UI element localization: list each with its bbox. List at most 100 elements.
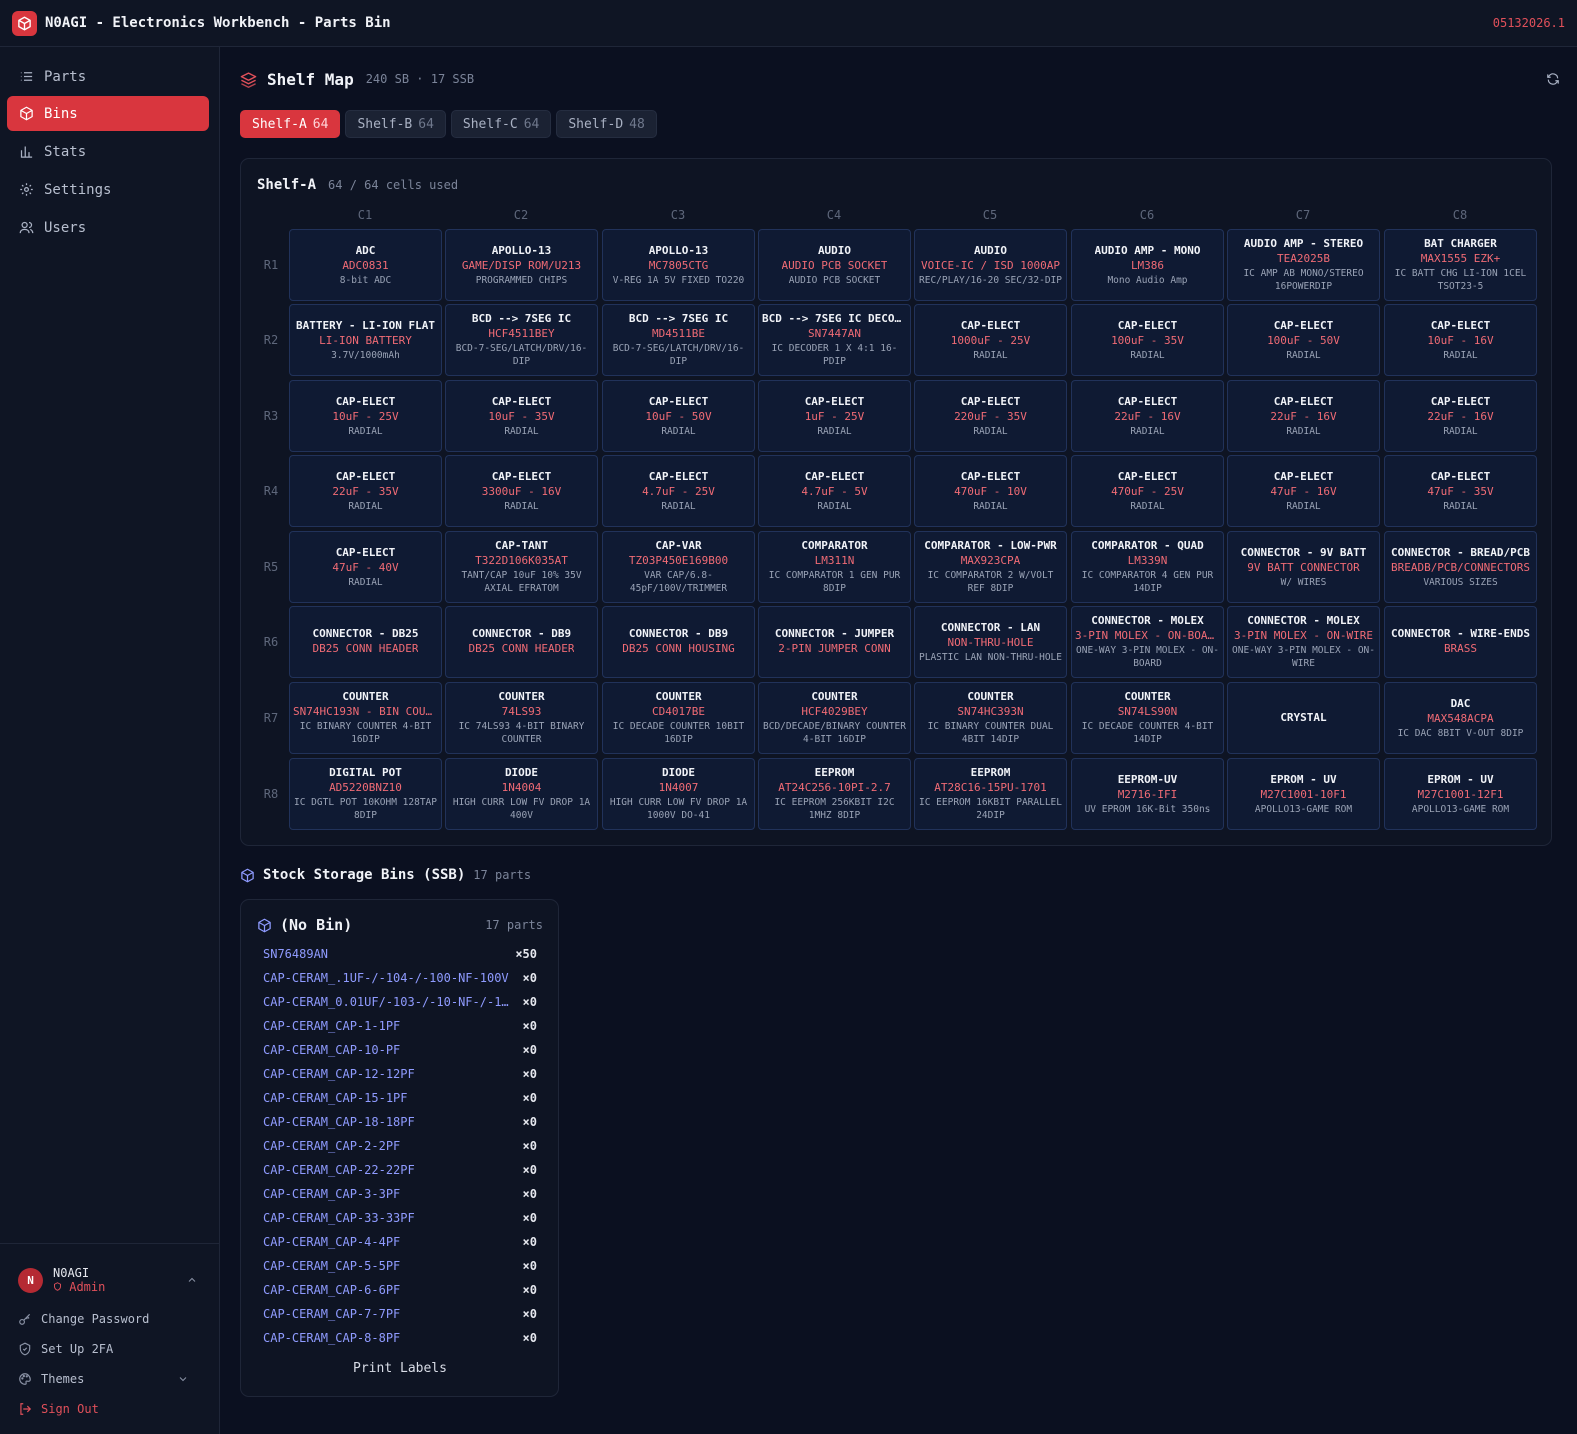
setup-2fa-link[interactable]: Set Up 2FA (18, 1338, 198, 1360)
bin-part-link[interactable]: CAP-CERAM_CAP-4-4PF (263, 1235, 400, 1249)
shelf-cell[interactable]: CAP-ELECT 100uF - 50V RADIAL (1227, 304, 1380, 376)
themes-menu[interactable]: Themes (18, 1368, 198, 1390)
shelf-cell[interactable]: COUNTER SN74HC393N IC BINARY COUNTER DUAL … (914, 682, 1067, 754)
shelf-cell[interactable]: COUNTER CD4017BE IC DECADE COUNTER 10BIT 1… (602, 682, 755, 754)
shelf-cell[interactable]: CAP-ELECT 220uF - 35V RADIAL (914, 380, 1067, 452)
shelf-cell[interactable]: ADC ADC0831 8-bit ADC (289, 229, 442, 301)
shelf-cell[interactable]: CAP-ELECT 10uF - 50V RADIAL (602, 380, 755, 452)
sidebar-item-parts[interactable]: Parts (7, 59, 209, 94)
bin-part-link[interactable]: CAP-CERAM_CAP-33-33PF (263, 1211, 415, 1225)
shelf-cell[interactable]: CAP-ELECT 1000uF - 25V RADIAL (914, 304, 1067, 376)
refresh-icon[interactable] (1546, 72, 1560, 86)
sidebar-item-stats[interactable]: Stats (7, 134, 209, 169)
sign-out-link[interactable]: Sign Out (18, 1398, 198, 1420)
bin-part-link[interactable]: CAP-CERAM_CAP-22-22PF (263, 1163, 415, 1177)
shelf-cell[interactable]: COMPARATOR - LOW-PWR MAX923CPA IC COMPARAT… (914, 531, 1067, 603)
shelf-cell[interactable]: COUNTER SN74HC193N - BIN COUNTER IC BINARY… (289, 682, 442, 754)
list-item[interactable]: CAP-CERAM_.1UF-/-104-/-100-NF-100V ×0 (263, 966, 537, 990)
sidebar-item-settings[interactable]: Settings (7, 172, 209, 207)
bin-part-link[interactable]: SN76489AN (263, 947, 328, 961)
bin-part-link[interactable]: CAP-CERAM_CAP-7-7PF (263, 1307, 400, 1321)
shelf-cell[interactable]: CONNECTOR - DB25 DB25 CONN HEADER (289, 606, 442, 678)
shelf-cell[interactable]: CONNECTOR - 9V BATT 9V BATT CONNECTOR W/ W… (1227, 531, 1380, 603)
list-item[interactable]: SN76489AN ×50 (263, 942, 537, 966)
shelf-cell[interactable]: CAP-ELECT 4.7uF - 25V RADIAL (602, 455, 755, 527)
shelf-cell[interactable]: CONNECTOR - BREAD/PCB BREADB/PCB/CONNECTO… (1384, 531, 1537, 603)
shelf-cell[interactable]: CAP-ELECT 3300uF - 16V RADIAL (445, 455, 598, 527)
shelf-cell[interactable]: CAP-ELECT 10uF - 16V RADIAL (1384, 304, 1537, 376)
shelf-cell[interactable]: AUDIO VOICE-IC / ISD 1000AP REC/PLAY/16-20… (914, 229, 1067, 301)
list-item[interactable]: CAP-CERAM_CAP-8-8PF ×0 (263, 1326, 537, 1350)
shelf-cell[interactable]: EEPROM-UV M2716-IFI UV EPROM 16K-Bit 350ns (1071, 758, 1224, 830)
shelf-cell[interactable]: APOLLO-13 GAME/DISP ROM/U213 PROGRAMMED CH… (445, 229, 598, 301)
list-item[interactable]: CAP-CERAM_CAP-12-12PF ×0 (263, 1062, 537, 1086)
shelf-cell[interactable]: EPROM - UV M27C1001-10F1 APOLLO13-GAME ROM (1227, 758, 1380, 830)
shelf-cell[interactable]: CAP-ELECT 470uF - 10V RADIAL (914, 455, 1067, 527)
bin-part-link[interactable]: CAP-CERAM_CAP-12-12PF (263, 1067, 415, 1081)
shelf-cell[interactable]: CONNECTOR - JUMPER 2-PIN JUMPER CONN (758, 606, 911, 678)
user-menu[interactable]: N N0AGI Admin (18, 1263, 198, 1297)
shelf-cell[interactable]: AUDIO AUDIO PCB SOCKET AUDIO PCB SOCKET (758, 229, 911, 301)
shelf-cell[interactable]: CAP-ELECT 22uF - 16V RADIAL (1227, 380, 1380, 452)
shelf-cell[interactable]: CAP-ELECT 470uF - 25V RADIAL (1071, 455, 1224, 527)
list-item[interactable]: CAP-CERAM_CAP-33-33PF ×0 (263, 1206, 537, 1230)
shelf-cell[interactable]: CONNECTOR - WIRE-ENDS BRASS (1384, 606, 1537, 678)
shelf-cell[interactable]: AUDIO AMP - MONO LM386 Mono Audio Amp (1071, 229, 1224, 301)
shelf-cell[interactable]: CONNECTOR - DB9 DB25 CONN HOUSING (602, 606, 755, 678)
shelf-cell[interactable]: CAP-ELECT 22uF - 16V RADIAL (1071, 380, 1224, 452)
bin-part-link[interactable]: CAP-CERAM_CAP-8-8PF (263, 1331, 400, 1345)
shelf-cell[interactable]: CONNECTOR - MOLEX 3-PIN MOLEX - ON-WIRE ON… (1227, 606, 1380, 678)
shelf-cell[interactable]: EEPROM AT28C16-15PU-1701 IC EEPROM 16KBIT … (914, 758, 1067, 830)
shelf-cell[interactable]: BCD --> 7SEG IC DECODER SN7447AN IC DECODE… (758, 304, 911, 376)
tab-shelf-a[interactable]: Shelf-A 64 (240, 110, 341, 138)
list-item[interactable]: CAP-CERAM_CAP-10-PF ×0 (263, 1038, 537, 1062)
shelf-cell[interactable]: CONNECTOR - MOLEX 3-PIN MOLEX - ON-BOARD O… (1071, 606, 1224, 678)
list-item[interactable]: CAP-CERAM_CAP-3-3PF ×0 (263, 1182, 537, 1206)
bin-part-link[interactable]: CAP-CERAM_CAP-3-3PF (263, 1187, 400, 1201)
shelf-cell[interactable]: EPROM - UV M27C1001-12F1 APOLLO13-GAME ROM (1384, 758, 1537, 830)
tab-shelf-d[interactable]: Shelf-D 48 (556, 110, 657, 138)
sidebar-item-bins[interactable]: Bins (7, 96, 209, 131)
bin-part-link[interactable]: CAP-CERAM_CAP-2-2PF (263, 1139, 400, 1153)
bin-part-link[interactable]: CAP-CERAM_.1UF-/-104-/-100-NF-100V (263, 971, 509, 985)
tab-shelf-c[interactable]: Shelf-C 64 (450, 110, 552, 138)
list-item[interactable]: CAP-CERAM_CAP-22-22PF ×0 (263, 1158, 537, 1182)
shelf-cell[interactable]: COUNTER 74LS93 IC 74LS93 4-BIT BINARY COUN… (445, 682, 598, 754)
shelf-cell[interactable]: CAP-ELECT 4.7uF - 5V RADIAL (758, 455, 911, 527)
shelf-cell[interactable]: CAP-ELECT 10uF - 25V RADIAL (289, 380, 442, 452)
shelf-cell[interactable]: COMPARATOR - QUAD LM339N IC COMPARATOR 4 G… (1071, 531, 1224, 603)
shelf-cell[interactable]: CAP-ELECT 22uF - 35V RADIAL (289, 455, 442, 527)
shelf-cell[interactable]: CAP-ELECT 47uF - 35V RADIAL (1384, 455, 1537, 527)
shelf-cell[interactable]: BCD --> 7SEG IC MD4511BE BCD-7-SEG/LATCH/D… (602, 304, 755, 376)
shelf-cell[interactable]: CAP-ELECT 22uF - 16V RADIAL (1384, 380, 1537, 452)
list-item[interactable]: CAP-CERAM_CAP-2-2PF ×0 (263, 1134, 537, 1158)
list-item[interactable]: CAP-CERAM_CAP-15-1PF ×0 (263, 1086, 537, 1110)
shelf-cell[interactable]: CAP-ELECT 47uF - 40V RADIAL (289, 531, 442, 603)
shelf-cell[interactable]: CAP-VAR TZ03P450E169B00 VAR CAP/6.8-45pF/1… (602, 531, 755, 603)
sidebar-item-users[interactable]: Users (7, 210, 209, 245)
shelf-cell[interactable]: BATTERY - LI-ION FLAT LI-ION BATTERY 3.7V/… (289, 304, 442, 376)
shelf-cell[interactable]: DIODE 1N4004 HIGH CURR LOW FV DROP 1A 400V (445, 758, 598, 830)
shelf-cell[interactable]: DIGITAL POT AD5220BNZ10 IC DGTL POT 10KOHM… (289, 758, 442, 830)
bin-part-link[interactable]: CAP-CERAM_CAP-15-1PF (263, 1091, 408, 1105)
shelf-cell[interactable]: APOLLO-13 MC7805CTG V-REG 1A 5V FIXED TO22… (602, 229, 755, 301)
shelf-cell[interactable]: BAT CHARGER MAX1555 EZK+ IC BATT CHG LI-IO… (1384, 229, 1537, 301)
shelf-cell[interactable]: COUNTER HCF4029BEY BCD/DECADE/BINARY COUNT… (758, 682, 911, 754)
shelf-cell[interactable]: BCD --> 7SEG IC HCF4511BEY BCD-7-SEG/LATCH… (445, 304, 598, 376)
list-item[interactable]: CAP-CERAM_CAP-18-18PF ×0 (263, 1110, 537, 1134)
bin-part-link[interactable]: CAP-CERAM_CAP-6-6PF (263, 1283, 400, 1297)
shelf-cell[interactable]: COUNTER SN74LS90N IC DECADE COUNTER 4-BIT … (1071, 682, 1224, 754)
change-password-link[interactable]: Change Password (18, 1308, 198, 1330)
shelf-cell[interactable]: CAP-ELECT 47uF - 16V RADIAL (1227, 455, 1380, 527)
bin-part-link[interactable]: CAP-CERAM_CAP-5-5PF (263, 1259, 400, 1273)
shelf-cell[interactable]: DAC MAX548ACPA IC DAC 8BIT V-OUT 8DIP (1384, 682, 1537, 754)
shelf-cell[interactable]: CONNECTOR - DB9 DB25 CONN HEADER (445, 606, 598, 678)
shelf-cell[interactable]: DIODE 1N4007 HIGH CURR LOW FV DROP 1A 1000… (602, 758, 755, 830)
bin-part-link[interactable]: CAP-CERAM_0.01UF/-103-/-10-NF-/-1KV (263, 995, 515, 1009)
list-item[interactable]: CAP-CERAM_CAP-6-6PF ×0 (263, 1278, 537, 1302)
list-item[interactable]: CAP-CERAM_CAP-5-5PF ×0 (263, 1254, 537, 1278)
list-item[interactable]: CAP-CERAM_0.01UF/-103-/-10-NF-/-1KV ×0 (263, 990, 537, 1014)
list-item[interactable]: CAP-CERAM_CAP-1-1PF ×0 (263, 1014, 537, 1038)
list-item[interactable]: CAP-CERAM_CAP-7-7PF ×0 (263, 1302, 537, 1326)
bin-part-link[interactable]: CAP-CERAM_CAP-10-PF (263, 1043, 400, 1057)
